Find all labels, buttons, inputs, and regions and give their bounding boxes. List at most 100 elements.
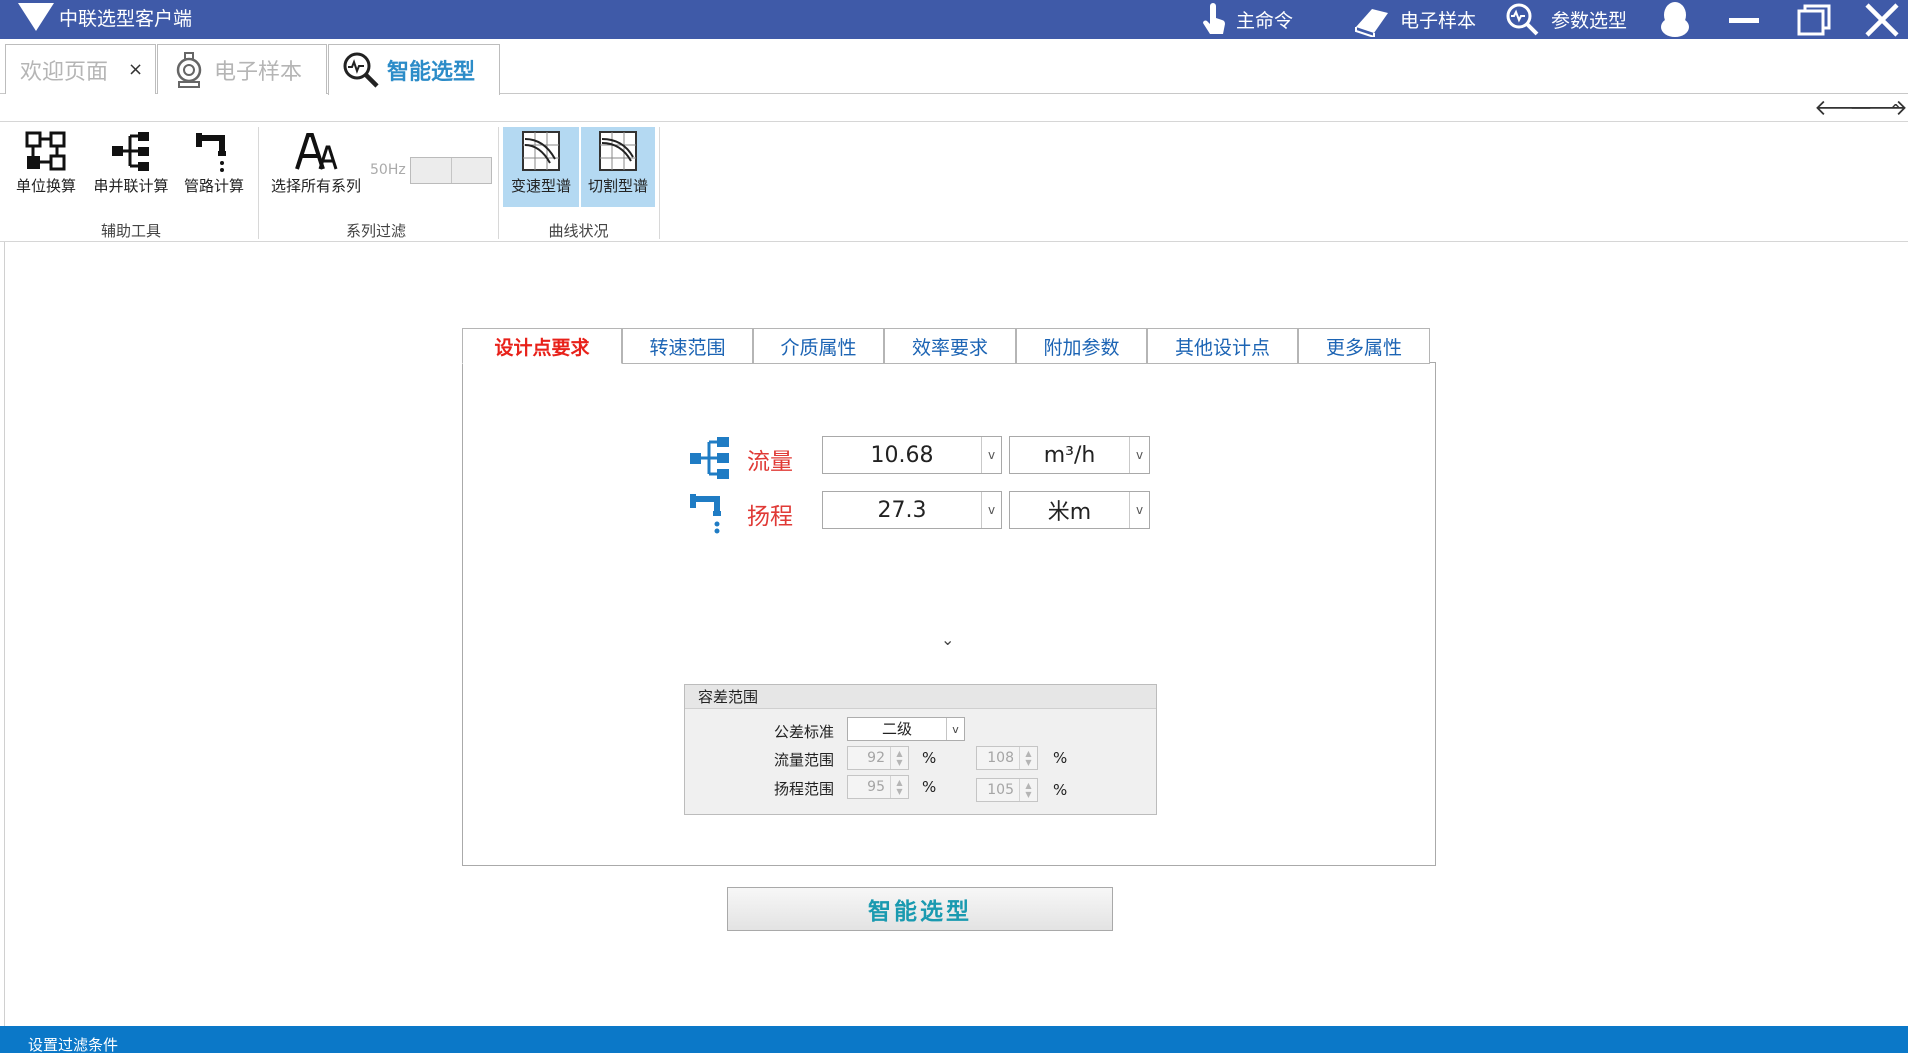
flow-unit: m³/h <box>1043 442 1096 468</box>
flow-max-value: 108 <box>987 750 1014 766</box>
close-button[interactable] <box>1858 0 1906 39</box>
unit-convert-button[interactable]: 单位换算 <box>12 127 80 207</box>
tab-additional-params[interactable]: 附加参数 <box>1016 328 1147 364</box>
spinner-arrows-icon[interactable]: ▲ ▼ <box>1019 779 1037 801</box>
ribbon-separator <box>258 127 259 239</box>
left-edge <box>0 242 5 1026</box>
cut-spectrum-label: 切割型谱 <box>587 177 648 195</box>
restore-button[interactable] <box>1790 0 1838 39</box>
status-bar: 设置过滤条件 <box>0 1026 1908 1053</box>
flow-range-label: 流量范围 <box>774 751 835 769</box>
faucet-icon <box>196 133 226 172</box>
percent-label: % <box>922 778 937 796</box>
chevron-down-icon[interactable]: v <box>1129 492 1149 528</box>
series-parallel-label: 串并联计算 <box>93 177 169 195</box>
tab-speed-range[interactable]: 转速范围 <box>622 328 753 364</box>
navigation-strip <box>0 95 1908 122</box>
unit-convert-icon <box>25 131 66 171</box>
tab-smart-select[interactable]: 智能选型 <box>328 44 500 95</box>
hand-pointer-icon <box>1203 2 1226 34</box>
pipe-calc-button[interactable]: 管路计算 <box>180 127 248 207</box>
minimize-button[interactable] <box>1720 0 1768 39</box>
qq-button[interactable] <box>1653 0 1697 39</box>
tab-medium-properties[interactable]: 介质属性 <box>753 328 884 364</box>
pipe-calc-label: 管路计算 <box>183 177 244 195</box>
spinner-arrows-icon[interactable]: ▲ ▼ <box>890 747 908 769</box>
tab-smart-select-label: 智能选型 <box>387 59 476 85</box>
expand-chevron-icon[interactable]: ⌄ <box>941 630 954 649</box>
select-all-series-label: 选择所有系列 <box>270 177 361 195</box>
series-parallel-button[interactable]: 串并联计算 <box>90 127 172 207</box>
group-label-aux-tools: 辅助工具 <box>100 222 161 240</box>
percent-label: % <box>922 749 937 767</box>
pump-icon <box>176 51 202 88</box>
qq-icon <box>1661 1 1689 37</box>
app-menu-icon[interactable] <box>18 3 54 31</box>
head-max-spinner[interactable]: 105 ▲ ▼ <box>976 778 1038 802</box>
percent-label: % <box>1053 749 1068 767</box>
tab-welcome-label: 欢迎页面 <box>20 59 109 85</box>
close-icon <box>1865 2 1899 37</box>
tab-more-properties[interactable]: 更多属性 <box>1298 328 1430 364</box>
percent-label: % <box>1053 781 1068 799</box>
title-bar: 中联选型客户端 主命令 电子样本 参数选型 <box>0 0 1908 39</box>
flow-max-spinner[interactable]: 108 ▲ ▼ <box>976 746 1038 770</box>
ribbon-separator <box>498 127 499 239</box>
head-range-label: 扬程范围 <box>774 780 835 798</box>
document-tab-bar: 欢迎页面 × 电子样本 智能选型 <box>0 39 1908 95</box>
e-sample-label: 电子样本 <box>1400 10 1477 32</box>
spinner-arrows-icon[interactable]: ▲ ▼ <box>890 776 908 798</box>
head-max-value: 105 <box>987 782 1014 798</box>
tab-design-point[interactable]: 设计点要求 <box>462 328 622 364</box>
tab-welcome[interactable]: 欢迎页面 × <box>5 44 156 94</box>
spinner-arrows-icon[interactable]: ▲ ▼ <box>1019 747 1037 769</box>
param-select-button[interactable]: 参数选型 <box>1503 0 1627 39</box>
frequency-toggle[interactable] <box>410 157 492 184</box>
frequency-toggle-label: 50Hz <box>370 162 406 178</box>
tab-other-design-points[interactable]: 其他设计点 <box>1147 328 1298 364</box>
head-value-combo[interactable]: 27.3 v <box>822 491 1002 529</box>
toggle-divider <box>451 158 452 183</box>
chevron-down-icon[interactable]: v <box>1129 437 1149 473</box>
curve-chart-icon <box>522 131 560 171</box>
head-value: 27.3 <box>877 497 927 523</box>
variable-speed-spectrum-button[interactable]: 变速型谱 <box>503 127 579 207</box>
chevron-down-icon[interactable]: v <box>981 492 1001 528</box>
head-min-spinner[interactable]: 95 ▲ ▼ <box>847 775 909 799</box>
flow-value-combo[interactable]: 10.68 v <box>822 436 1002 474</box>
flow-unit-combo[interactable]: m³/h v <box>1009 436 1150 474</box>
cut-spectrum-button[interactable]: 切割型谱 <box>581 127 655 207</box>
param-select-label: 参数选型 <box>1551 10 1628 32</box>
chevron-down-icon[interactable]: v <box>946 718 964 740</box>
variable-speed-spectrum-label: 变速型谱 <box>510 177 571 195</box>
book-icon <box>1355 8 1388 37</box>
tolerance-group-title: 容差范围 <box>685 685 1156 709</box>
tab-e-sample[interactable]: 电子样本 <box>157 44 327 94</box>
main-command-label: 主命令 <box>1236 10 1294 32</box>
ribbon-toolbar: 单位换算 串并联计算 管路计算 辅助工具 选择所有系列 50Hz 系列过滤 变速… <box>0 122 1908 242</box>
ribbon-separator <box>659 127 660 239</box>
tab-e-sample-label: 电子样本 <box>214 59 303 85</box>
flow-min-spinner[interactable]: 92 ▲ ▼ <box>847 746 909 770</box>
group-label-curve-status: 曲线状况 <box>548 222 609 240</box>
head-unit: 米m <box>1047 500 1092 525</box>
flow-icon <box>690 437 729 479</box>
head-label: 扬程 <box>747 504 793 530</box>
tab-close-icon[interactable]: × <box>128 59 143 80</box>
chevron-down-icon[interactable]: v <box>981 437 1001 473</box>
tolerance-standard-label: 公差标准 <box>774 723 835 741</box>
head-unit-combo[interactable]: 米m v <box>1009 491 1150 529</box>
collapse-ribbon-icon[interactable]: ^ <box>1889 100 1902 122</box>
e-sample-button[interactable]: 电子样本 <box>1352 0 1476 39</box>
app-title: 中联选型客户端 <box>59 8 193 30</box>
flow-value: 10.68 <box>870 442 934 468</box>
tolerance-standard-select[interactable]: 二级 v <box>847 717 965 741</box>
smart-select-button[interactable]: 智能选型 <box>727 887 1113 931</box>
tolerance-standard-value: 二级 <box>881 720 912 738</box>
select-all-series-button[interactable]: 选择所有系列 <box>266 127 366 207</box>
main-command-button[interactable]: 主命令 <box>1200 0 1293 39</box>
tab-efficiency[interactable]: 效率要求 <box>884 328 1016 364</box>
search-chart-icon <box>343 52 379 88</box>
font-size-icon <box>295 133 338 170</box>
series-parallel-icon <box>112 132 149 171</box>
